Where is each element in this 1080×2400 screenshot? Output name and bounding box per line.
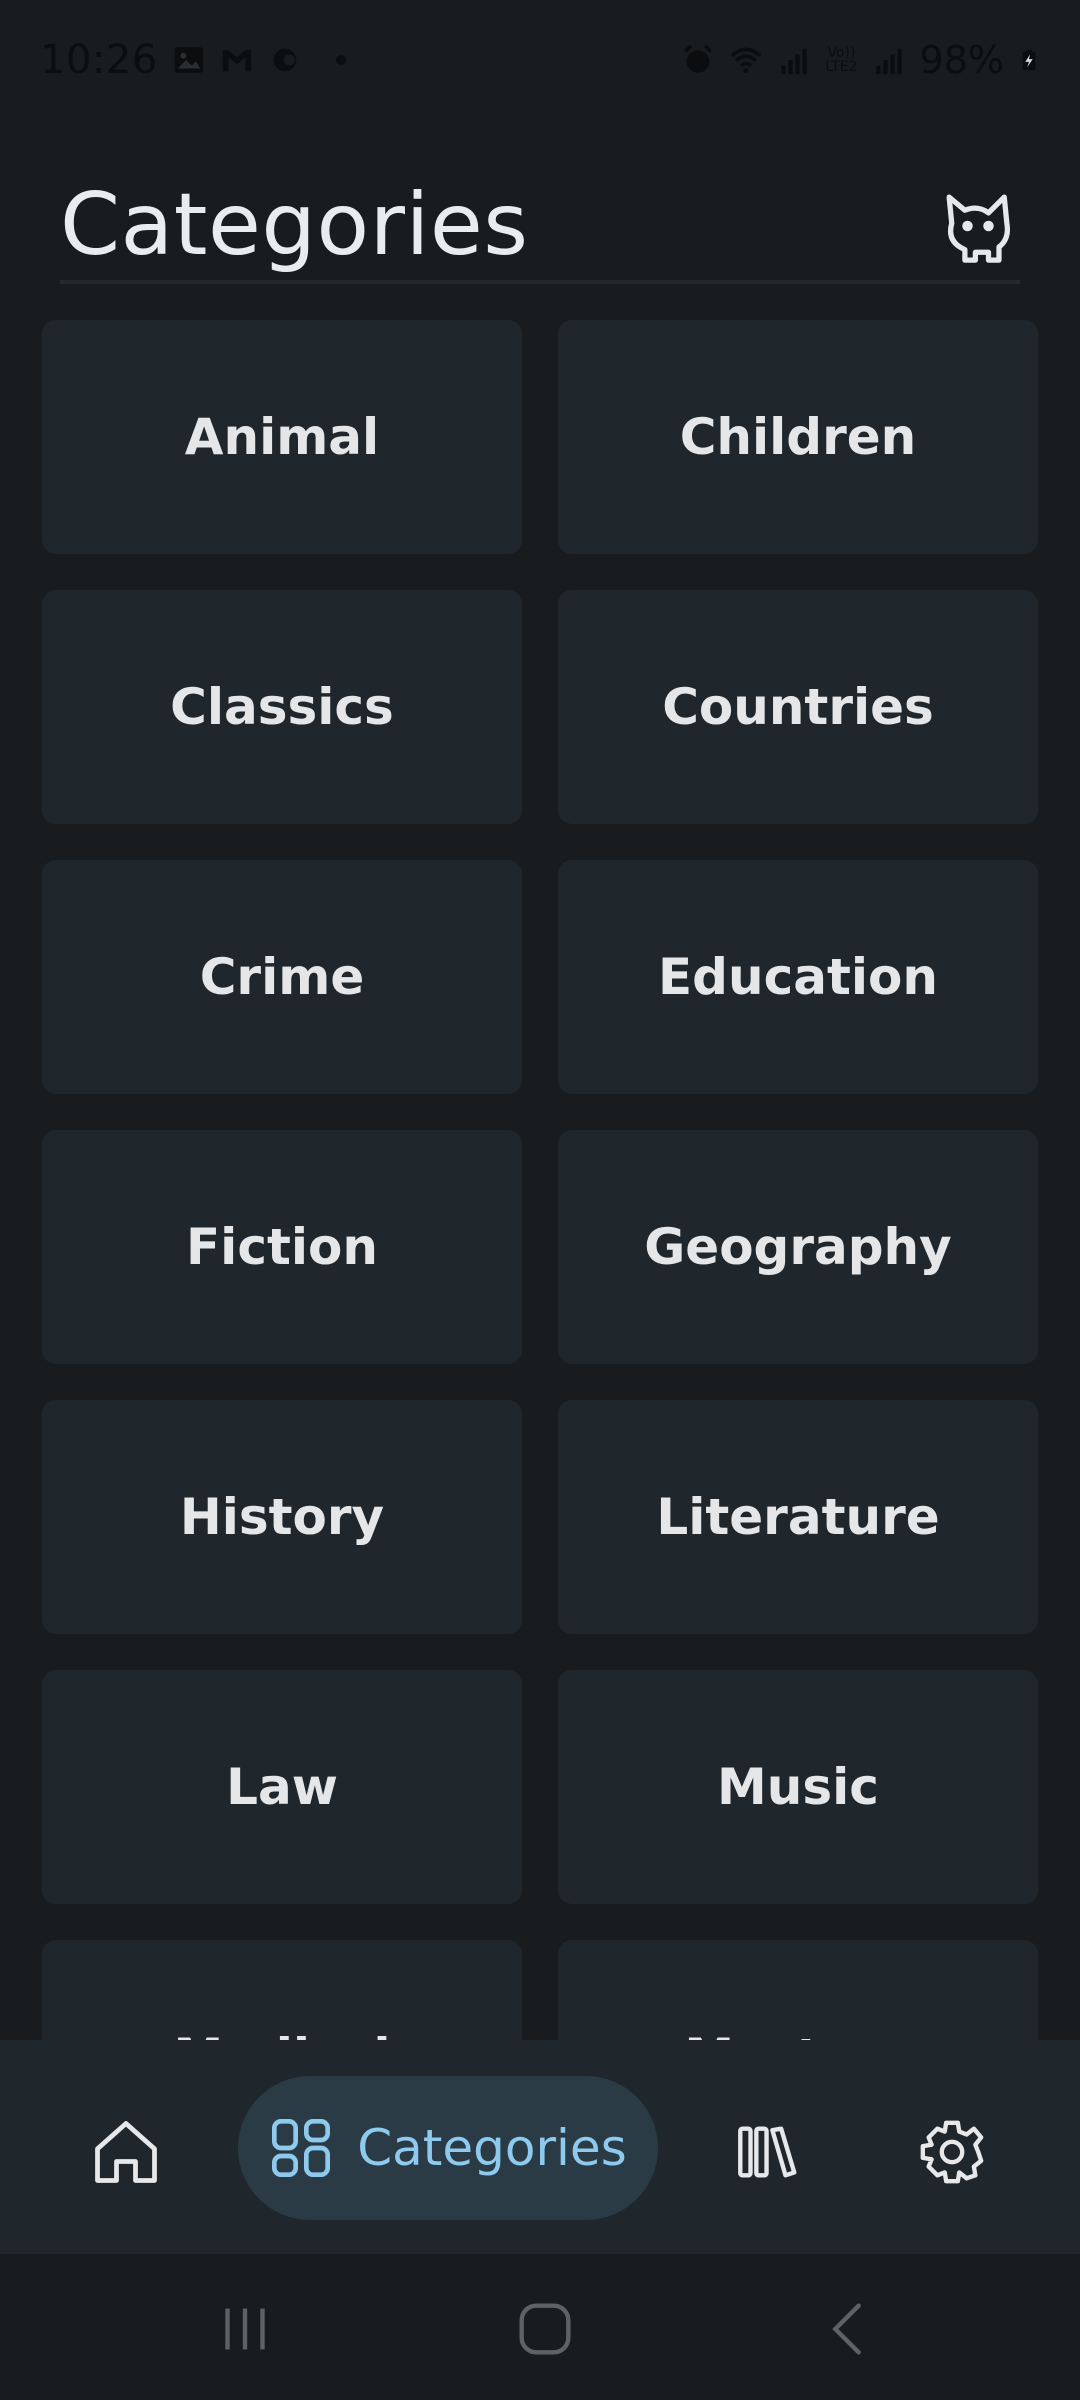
category-label: Law xyxy=(226,1758,338,1816)
battery-charging-icon xyxy=(1022,49,1036,71)
home-icon xyxy=(95,2121,157,2183)
system-navigation-bar xyxy=(0,2254,1080,2400)
alarm-icon xyxy=(684,44,713,73)
category-card-fiction[interactable]: Fiction xyxy=(42,1130,522,1364)
network-type-bottom: LTE2 xyxy=(825,59,858,75)
nav-library-button[interactable] xyxy=(726,2110,810,2194)
category-card-countries[interactable]: Countries xyxy=(558,590,1038,824)
system-home-icon[interactable] xyxy=(510,2294,580,2364)
grid-icon xyxy=(272,2119,331,2177)
battery-percent: 98% xyxy=(919,38,1004,82)
category-label: Animal xyxy=(184,408,380,466)
category-label: Countries xyxy=(662,678,934,736)
category-card-children[interactable]: Children xyxy=(558,320,1038,554)
cat-icon[interactable] xyxy=(936,184,1020,268)
category-label: History xyxy=(179,1488,385,1546)
category-card-history[interactable]: History xyxy=(42,1400,522,1634)
category-card-literature[interactable]: Literature xyxy=(558,1400,1038,1634)
back-icon[interactable] xyxy=(812,2294,882,2364)
signal-icon-2 xyxy=(875,48,902,75)
category-card-crime[interactable]: Crime xyxy=(42,860,522,1094)
status-time: 10:26 xyxy=(40,37,158,83)
category-label: Crime xyxy=(199,948,365,1006)
nav-settings-button[interactable] xyxy=(910,2110,994,2194)
category-label: Music xyxy=(717,1758,879,1816)
category-card-education[interactable]: Education xyxy=(558,860,1038,1094)
category-card-music[interactable]: Music xyxy=(558,1670,1038,1904)
status-left: 10:26 xyxy=(40,37,346,83)
app-screen: 10:26 Vo)) LTE2 98% Categories Animal Ch… xyxy=(0,0,1080,2400)
category-label: Children xyxy=(679,408,917,466)
status-bar: 10:26 Vo)) LTE2 98% xyxy=(0,0,1080,120)
category-label: Education xyxy=(658,948,938,1006)
nav-categories-button[interactable]: Categories xyxy=(238,2076,658,2220)
network-type-top: Vo)) xyxy=(827,45,856,61)
wifi-icon xyxy=(730,47,762,74)
category-card-classics[interactable]: Classics xyxy=(42,590,522,824)
gmail-icon xyxy=(222,50,251,72)
more-notifications-dot xyxy=(335,55,346,65)
category-label: Classics xyxy=(170,678,394,736)
category-grid: Animal Children Classics Countries Crime… xyxy=(42,320,1038,2174)
category-label: Geography xyxy=(644,1218,952,1276)
page-header: Categories xyxy=(60,170,1020,284)
network-type-label: Vo)) LTE2 xyxy=(825,46,857,74)
category-label: Literature xyxy=(656,1488,940,1546)
nav-categories-label: Categories xyxy=(357,2119,627,2177)
page-title: Categories xyxy=(60,175,529,275)
recents-icon[interactable] xyxy=(210,2294,280,2364)
status-right: Vo)) LTE2 98% xyxy=(681,38,1040,82)
nav-home-button[interactable] xyxy=(84,2110,168,2194)
category-card-animal[interactable]: Animal xyxy=(42,320,522,554)
category-label: Fiction xyxy=(186,1218,378,1276)
library-icon xyxy=(738,2126,797,2178)
signal-icon-1 xyxy=(781,48,808,75)
gear-icon xyxy=(920,2120,984,2184)
bottom-navigation: Categories xyxy=(0,2040,1080,2254)
category-card-law[interactable]: Law xyxy=(42,1670,522,1904)
category-card-geography[interactable]: Geography xyxy=(558,1130,1038,1364)
app-notification-icon xyxy=(273,48,297,72)
gallery-icon xyxy=(174,47,203,73)
